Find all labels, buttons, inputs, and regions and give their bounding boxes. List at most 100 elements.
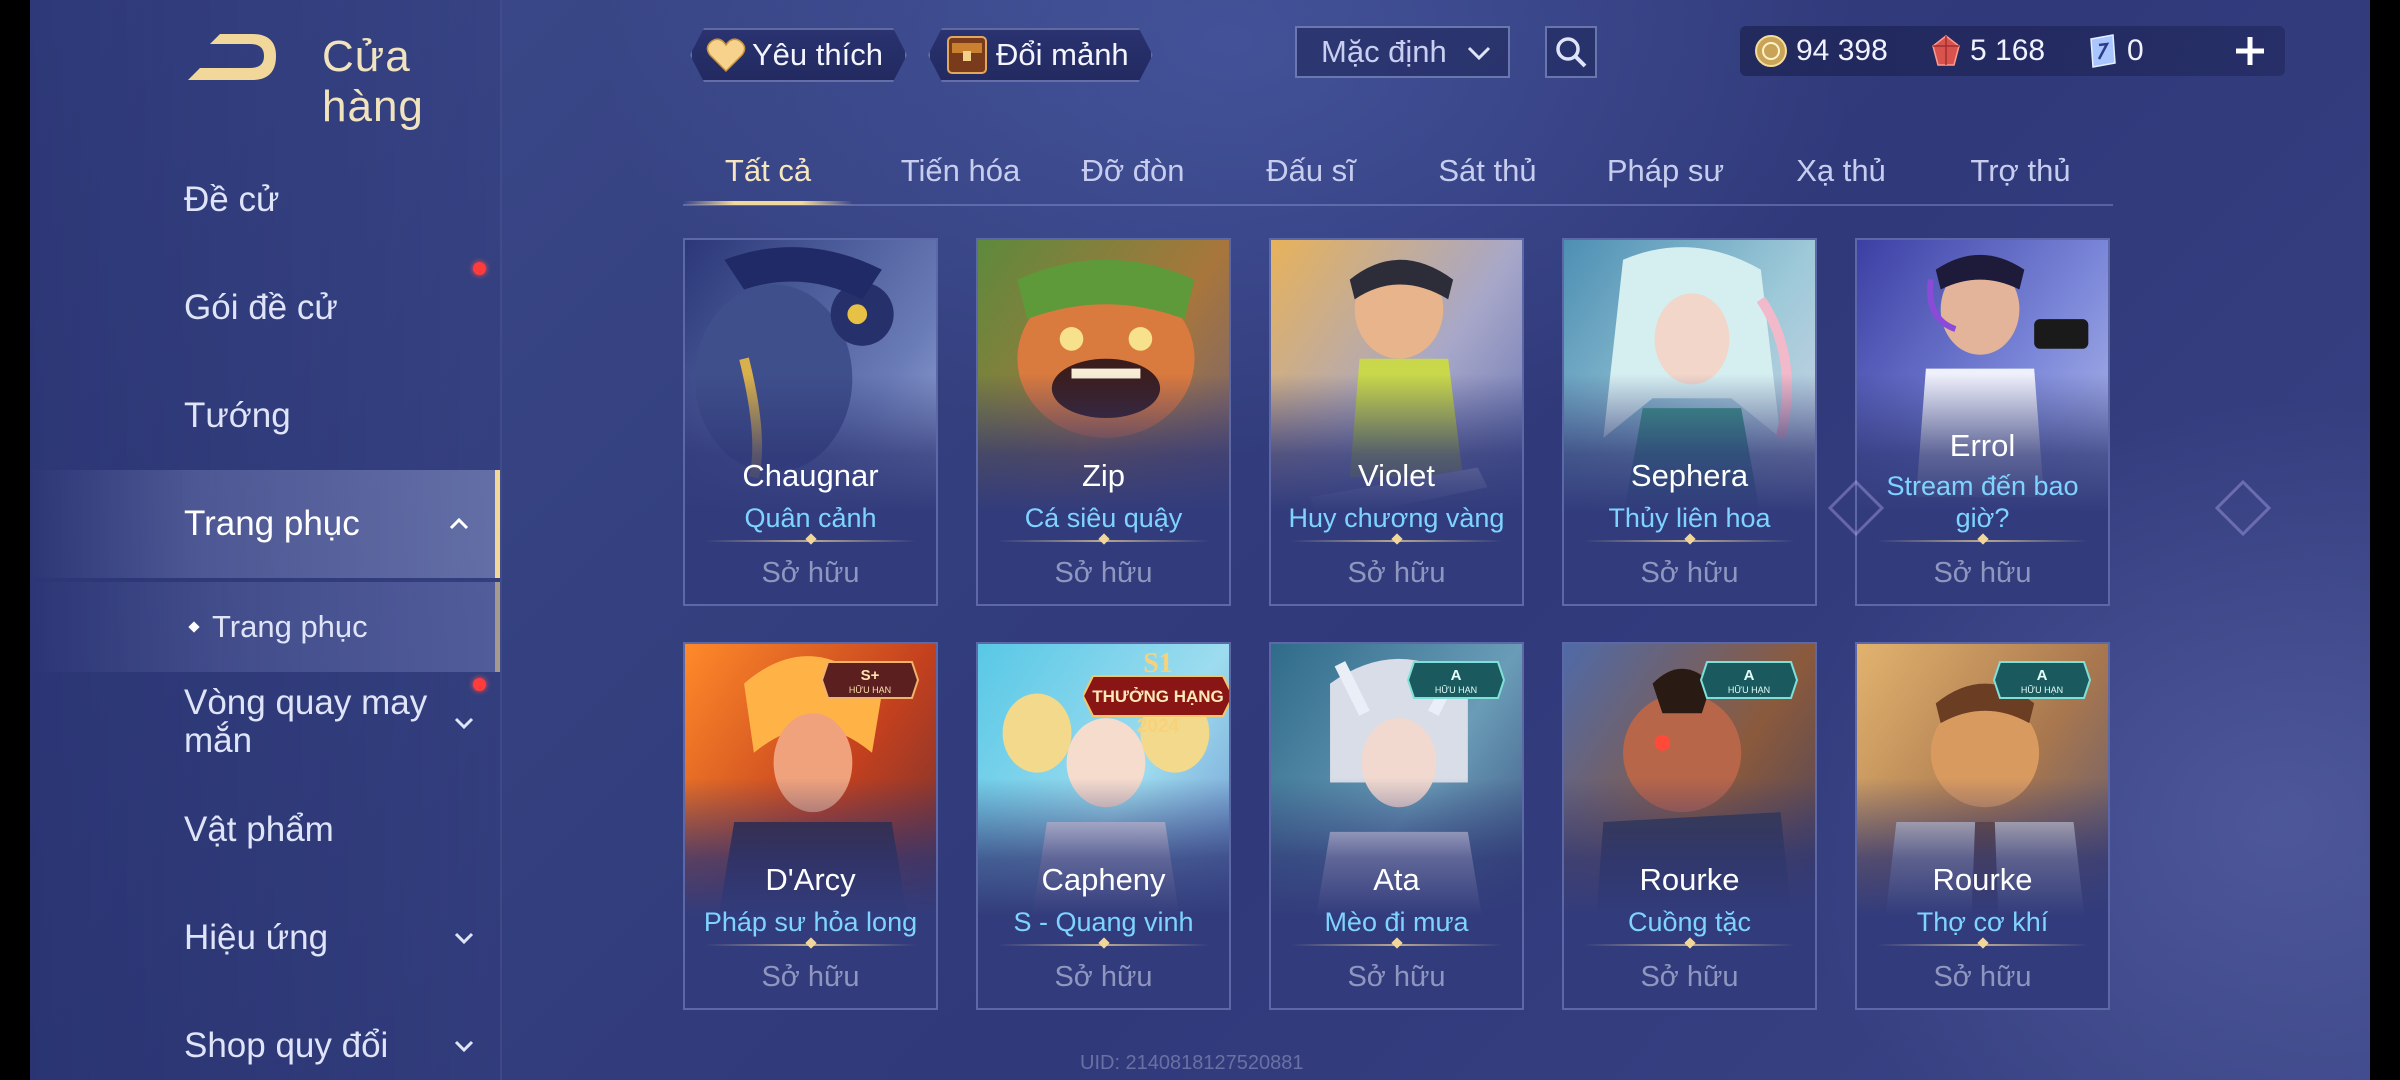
skin-card[interactable]: A HỮU HẠN Rourke Thợ cơ khí Sở hữu <box>1855 642 2110 1010</box>
hero-name: D'Arcy <box>765 862 856 897</box>
skin-card[interactable]: Errol Stream đến bao giờ? Sở hữu <box>1855 238 2110 606</box>
sidebar-item-bundles[interactable]: Gói đề cử <box>30 258 500 358</box>
chevron-down-icon <box>454 1040 474 1053</box>
hero-name: Sephera <box>1630 458 1749 493</box>
sidebar: Cửa hàng Đề cử Gói đề cử Tướng Trang phụ… <box>30 0 502 1080</box>
tab-all[interactable]: Tất cả <box>683 140 853 205</box>
user-id-watermark: UID: 2140818127520881 <box>1080 1052 1304 1074</box>
owned-status: Sở hữu <box>1640 961 1739 993</box>
skin-name: Thủy liên hoa <box>1608 503 1771 533</box>
skin-card[interactable]: A HỮU HẠN Rourke Cuồng tặc Sở hữu <box>1562 642 1817 1010</box>
skin-card[interactable]: S+ HỮU HẠN D'Arcy Pháp sư hỏa long Sở hữ… <box>683 642 938 1010</box>
svg-text:HỮU HẠN: HỮU HẠN <box>2021 685 2063 695</box>
gold-currency: 94 398 <box>1754 26 1888 76</box>
skin-card[interactable]: Violet Huy chương vàng Sở hữu <box>1269 238 1524 606</box>
skin-card[interactable]: S1 THƯỞNG HẠNG 2024 Capheny S - Quang vi… <box>976 642 1231 1010</box>
skin-card[interactable]: Sephera Thủy liên hoa Sở hữu <box>1562 238 1817 606</box>
chevron-up-icon <box>449 517 469 530</box>
category-tabs: Tất cả Tiến hóa Đỡ đòn Đấu sĩ Sát thủ Ph… <box>683 140 2113 206</box>
card-divider <box>1291 540 1502 542</box>
hero-name: Zip <box>1081 458 1126 493</box>
sidebar-item-items[interactable]: Vật phẩm <box>30 780 500 880</box>
rarity-badge: A HỮU HẠN <box>1406 661 1506 699</box>
add-currency-plus-icon[interactable] <box>2233 34 2267 68</box>
sidebar-item-label: Tướng <box>184 396 291 435</box>
fragment-exchange-button[interactable]: Đổi mảnh <box>928 28 1153 82</box>
sort-dropdown[interactable]: Mặc định <box>1295 26 1510 78</box>
ruby-amount: 5 168 <box>1970 34 2046 67</box>
hero-name: Rourke <box>1639 862 1740 897</box>
svg-text:S+: S+ <box>861 667 880 684</box>
decorative-diamond-icon <box>2215 480 2271 536</box>
svg-text:THƯỞNG HẠNG: THƯỞNG HẠNG <box>1092 687 1224 706</box>
skin-card[interactable]: A HỮU HẠN Ata Mèo đi mưa Sở hữu <box>1269 642 1524 1010</box>
svg-text:HỮU HẠN: HỮU HẠN <box>1728 685 1770 695</box>
svg-text:A: A <box>1451 667 1462 684</box>
tab-assassin[interactable]: Sát thủ <box>1410 140 1565 202</box>
card-divider <box>998 944 1209 946</box>
rarity-badge: S+ HỮU HẠN <box>820 661 920 699</box>
tab-mage[interactable]: Pháp sư <box>1588 140 1743 202</box>
back-arrow-icon[interactable] <box>180 30 280 90</box>
card-divider <box>1877 540 2088 542</box>
tab-marksman[interactable]: Xạ thủ <box>1766 140 1916 202</box>
tab-tank[interactable]: Đỡ đòn <box>1058 140 1208 202</box>
svg-text:S1: S1 <box>1143 648 1173 679</box>
skin-card[interactable]: Chaugnar Quân cảnh Sở hữu <box>683 238 938 606</box>
rarity-badge: A HỮU HẠN <box>1699 661 1799 699</box>
tab-fighter[interactable]: Đấu sĩ <box>1236 140 1386 202</box>
card-divider <box>1584 540 1795 542</box>
hero-name: Chaugnar <box>742 458 879 493</box>
sidebar-subitem-skins[interactable]: Trang phục <box>30 582 500 672</box>
shop-screen: Cửa hàng Đề cử Gói đề cử Tướng Trang phụ… <box>30 0 2370 1080</box>
decorative-diamond-icon <box>1828 480 1884 536</box>
skin-name: Thợ cơ khí <box>1916 907 2049 937</box>
card-divider <box>1877 944 2088 946</box>
notification-dot <box>473 262 486 275</box>
owned-status: Sở hữu <box>1933 961 2032 993</box>
owned-status: Sở hữu <box>1054 557 1153 589</box>
card-divider <box>1291 944 1502 946</box>
gold-coin-icon <box>1755 35 1787 67</box>
tab-evolution[interactable]: Tiến hóa <box>878 140 1043 202</box>
sidebar-item-recommended[interactable]: Đề cử <box>30 150 500 250</box>
chevron-down-icon <box>454 932 474 945</box>
card-divider <box>705 944 916 946</box>
sidebar-item-label: Trang phục <box>212 609 368 644</box>
favorite-label: Yêu thích <box>752 37 883 72</box>
sidebar-item-heroes[interactable]: Tướng <box>30 366 500 466</box>
svg-text:HỮU HẠN: HỮU HẠN <box>849 685 891 695</box>
favorite-button[interactable]: Yêu thích <box>690 28 907 82</box>
search-button[interactable] <box>1545 26 1597 78</box>
sidebar-item-skins[interactable]: Trang phục <box>30 470 500 578</box>
sidebar-item-exchange-shop[interactable]: Shop quy đổi <box>30 996 500 1080</box>
hero-name: Errol <box>1949 428 2016 463</box>
sidebar-item-effects[interactable]: Hiệu ứng <box>30 888 500 988</box>
skin-name: S - Quang vinh <box>1013 907 1194 937</box>
skin-name: Cá siêu quậy <box>1024 503 1183 533</box>
rarity-badge: A HỮU HẠN <box>1992 661 2092 699</box>
owned-status: Sở hữu <box>761 557 860 589</box>
svg-text:A: A <box>2037 667 2048 684</box>
skin-name: Pháp sư hỏa long <box>703 907 918 937</box>
owned-status: Sở hữu <box>1933 557 2032 589</box>
chevron-down-icon <box>1467 46 1491 61</box>
owned-status: Sở hữu <box>1347 557 1446 589</box>
hero-name: Capheny <box>1041 862 1166 897</box>
skin-name: Cuồng tặc <box>1627 907 1752 937</box>
owned-status: Sở hữu <box>1640 557 1739 589</box>
voucher-currency: 0 <box>2085 26 2144 76</box>
skin-name: Huy chương vàng <box>1288 503 1505 533</box>
skin-card[interactable]: Zip Cá siêu quậy Sở hữu <box>976 238 1231 606</box>
tab-support[interactable]: Trợ thủ <box>1943 140 2098 202</box>
heart-icon <box>706 37 746 73</box>
sidebar-item-lucky-spin[interactable]: Vòng quay may mắn <box>30 672 500 772</box>
search-icon <box>1556 37 1587 68</box>
ranked-reward-badge: S1 THƯỞNG HẠNG 2024 <box>1083 648 1229 736</box>
diamond-bullet-icon <box>188 621 200 633</box>
voucher-card-icon <box>2090 34 2116 68</box>
card-divider <box>1584 944 1795 946</box>
sidebar-item-label: Vòng quay may mắn <box>184 683 428 760</box>
sidebar-item-label: Shop quy đổi <box>184 1026 389 1065</box>
chevron-down-icon <box>454 717 474 730</box>
